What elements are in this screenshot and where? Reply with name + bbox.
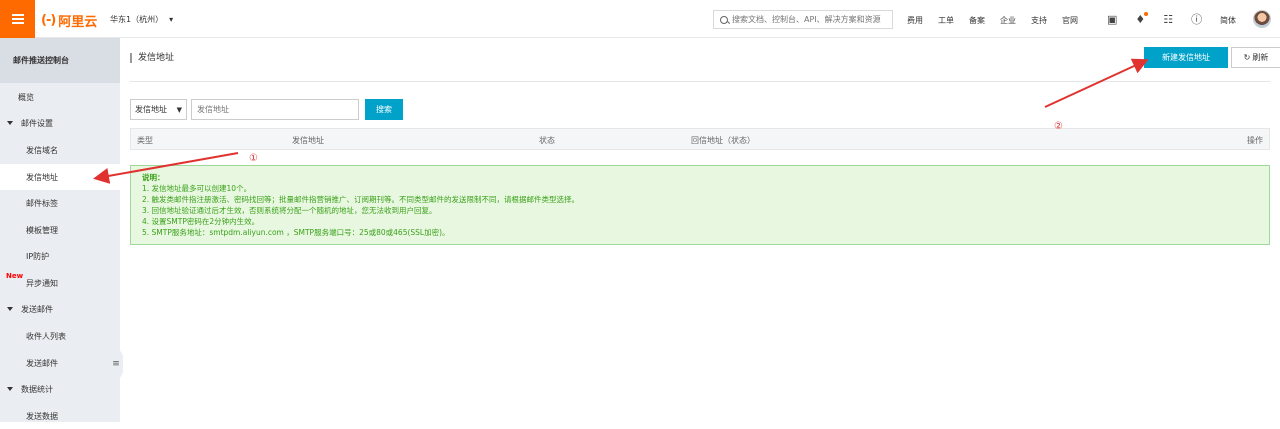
- bell-icon[interactable]: ♦: [1135, 11, 1149, 26]
- page-header: 发信地址 新建发信地址 ↻ 刷新: [130, 38, 1280, 82]
- notice-line: 4. 设置SMTP密码在2分钟内生效。: [142, 217, 260, 226]
- sidebar-item-label: 异步通知: [26, 278, 58, 288]
- column-sender-address: 发信地址: [292, 136, 324, 145]
- sidebar-group-label: 发送邮件: [21, 304, 53, 314]
- help-icon[interactable]: ⓘ: [1191, 11, 1202, 27]
- sidebar-item-label: 发信域名: [26, 145, 58, 155]
- sidebar-group-label: 邮件设置: [21, 118, 53, 128]
- new-badge: New: [6, 272, 24, 280]
- sidebar-item-send-mail[interactable]: 发送邮件: [0, 350, 120, 376]
- top-icons: ▣ ♦ ☷ ⓘ: [1107, 11, 1202, 27]
- sidebar-item-label: 发送邮件: [26, 358, 58, 368]
- notice-box: 说明： 1. 发信地址最多可以创建10个。 2. 触发类邮件指注册激活、密码找回…: [130, 165, 1270, 245]
- sidebar-item-label: 收件人列表: [26, 331, 66, 341]
- sidebar-item-sender-domain[interactable]: 发信域名: [0, 137, 120, 163]
- nav-billing[interactable]: 费用: [907, 15, 923, 26]
- nav-official-site[interactable]: 官网: [1062, 15, 1078, 26]
- sidebar-item-mail-tags[interactable]: 邮件标签: [0, 190, 120, 216]
- nav-support[interactable]: 支持: [1031, 15, 1047, 26]
- chevron-down-icon: ▼: [176, 105, 182, 114]
- sidebar-group-label: 数据统计: [21, 384, 53, 394]
- cart-icon[interactable]: ☷: [1163, 13, 1173, 26]
- logo-text: 阿里云: [58, 15, 98, 30]
- sidebar-item-label: 邮件标签: [26, 198, 58, 208]
- sidebar: 邮件推送控制台 概览 邮件设置 发信域名 发信地址 邮件标签 模板管理 IP防护…: [0, 38, 123, 422]
- sidebar-item-label: 概览: [18, 92, 34, 102]
- sidebar-item-sender-address[interactable]: 发信地址: [0, 164, 120, 190]
- sidebar-item-ip-protection[interactable]: IP防护: [0, 243, 120, 269]
- refresh-icon: ↻: [1243, 53, 1251, 62]
- notice-line: 5. SMTP服务地址：smtpdm.aliyun.com ，SMTP服务端口号…: [142, 228, 450, 237]
- terminal-icon[interactable]: ▣: [1107, 13, 1117, 26]
- sidebar-group-stats[interactable]: 数据统计: [0, 376, 120, 402]
- nav-icp[interactable]: 备案: [969, 15, 985, 26]
- notice-line: 3. 回信地址验证通过后才生效，否则系统将分配一个随机的地址，您无法收到用户回复…: [142, 206, 437, 215]
- filter-input[interactable]: [191, 99, 359, 120]
- caret-down-icon: [7, 121, 13, 125]
- filter-type-select[interactable]: 发信地址 ▼: [130, 99, 187, 120]
- nav-enterprise[interactable]: 企业: [1000, 15, 1016, 26]
- sidebar-item-label: 模板管理: [26, 225, 58, 235]
- sidebar-title: 邮件推送控制台: [0, 38, 120, 83]
- top-bar: (-) 阿里云 华东1（杭州） ▾ 费用 工单 备案 企业 支持 官网 ▣ ♦ …: [0, 0, 1280, 38]
- sidebar-group-mail-settings[interactable]: 邮件设置: [0, 110, 120, 136]
- notice-title: 说明：: [142, 173, 165, 182]
- filter-select-value: 发信地址: [135, 105, 167, 114]
- aliyun-logo[interactable]: (-) 阿里云: [41, 11, 97, 30]
- refresh-button[interactable]: ↻ 刷新: [1231, 47, 1280, 68]
- notice-line: 2. 触发类邮件指注册激活、密码找回等；批量邮件指营销推广、订阅期刊等。不同类型…: [142, 195, 580, 204]
- search-button[interactable]: 搜索: [365, 99, 403, 120]
- region-label: 华东1（杭州）: [110, 15, 164, 24]
- column-type: 类型: [137, 136, 153, 145]
- sidebar-item-overview[interactable]: 概览: [0, 84, 120, 110]
- sidebar-item-recipient-list[interactable]: 收件人列表: [0, 323, 120, 349]
- sidebar-item-label: 发送数据: [26, 411, 58, 421]
- annotation-marker-2: ②: [1054, 121, 1063, 132]
- main-content: 发信地址 新建发信地址 ↻刷新 发信地址 ▼ 搜索 类型 发信地址 状态 回信地…: [120, 38, 1280, 422]
- annotation-marker-1: ①: [249, 153, 258, 164]
- page-title: 发信地址: [130, 53, 174, 63]
- top-nav: 费用 工单 备案 企业 支持 官网: [907, 15, 1078, 26]
- sidebar-item-async-notify[interactable]: New 异步通知: [0, 270, 120, 296]
- column-reply-address: 回信地址（状态）: [691, 136, 755, 145]
- logo-mark: (-): [41, 13, 56, 28]
- avatar[interactable]: [1253, 10, 1271, 28]
- column-actions: 操作: [1247, 136, 1263, 145]
- filter-bar: 发信地址 ▼ 搜索: [130, 99, 403, 120]
- global-search[interactable]: [713, 10, 893, 29]
- sidebar-item-send-data[interactable]: 发送数据: [0, 403, 120, 429]
- region-selector[interactable]: 华东1（杭州） ▾: [110, 14, 173, 25]
- caret-down-icon: [7, 387, 13, 391]
- refresh-label: 刷新: [1252, 53, 1269, 62]
- menu-icon[interactable]: [0, 0, 35, 38]
- caret-down-icon: [7, 307, 13, 311]
- search-icon: [720, 15, 728, 24]
- column-status: 状态: [539, 136, 555, 145]
- global-search-input[interactable]: [732, 15, 882, 24]
- sidebar-item-templates[interactable]: 模板管理: [0, 217, 120, 243]
- notice-line: 1. 发信地址最多可以创建10个。: [142, 184, 252, 193]
- new-sender-address-button[interactable]: 新建发信地址: [1144, 47, 1228, 68]
- sidebar-item-label: 发信地址: [26, 172, 58, 182]
- sidebar-group-send-mail[interactable]: 发送邮件: [0, 296, 120, 322]
- chevron-down-icon: ▾: [169, 15, 174, 24]
- table-header: 类型 发信地址 状态 回信地址（状态） 操作: [130, 128, 1270, 150]
- language-switch[interactable]: 简体: [1220, 15, 1236, 26]
- nav-ticket[interactable]: 工单: [938, 15, 954, 26]
- sidebar-item-label: IP防护: [26, 251, 50, 261]
